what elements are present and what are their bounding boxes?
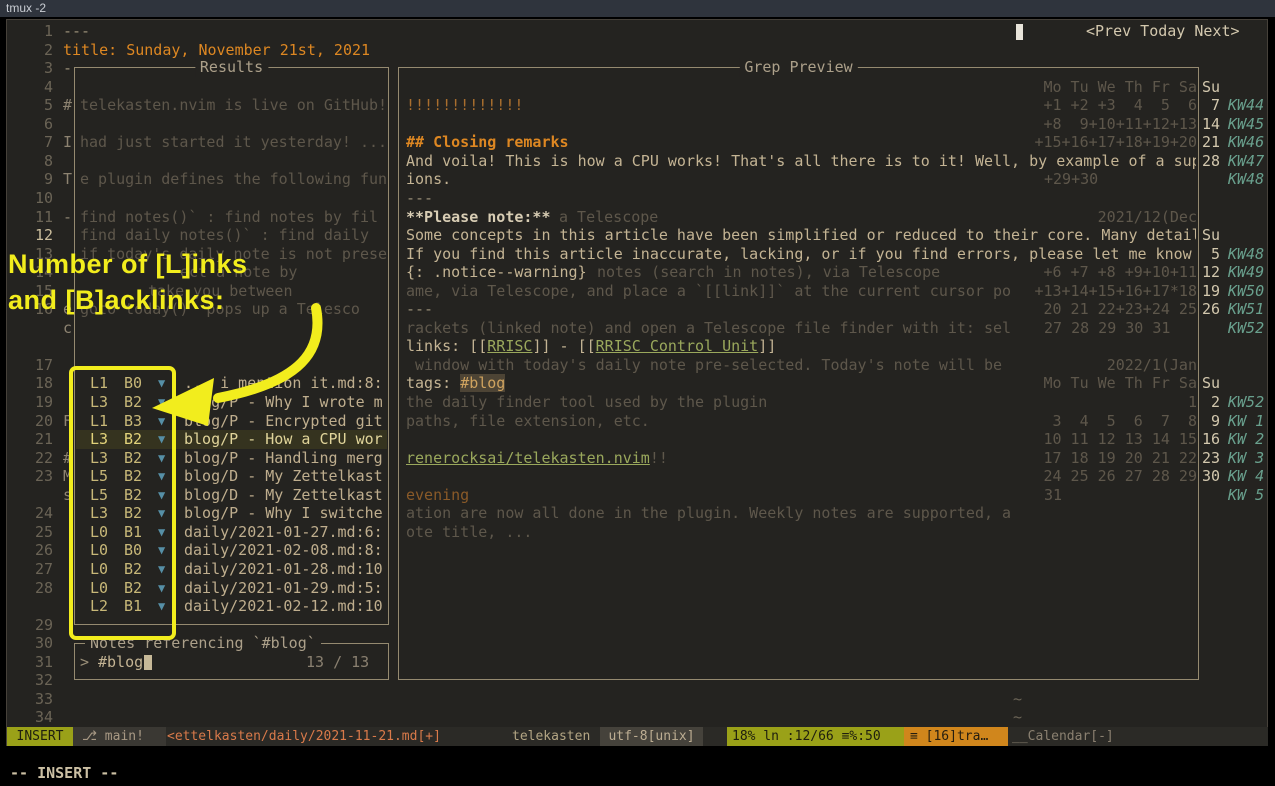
calendar-week-number: KW45 bbox=[1228, 115, 1264, 134]
plugin-name: telekasten bbox=[512, 727, 590, 746]
calendar-week-number: KW44 bbox=[1228, 96, 1264, 115]
calendar-sunday[interactable]: 30 bbox=[1202, 467, 1220, 486]
gutter-line-number: 12 bbox=[22, 226, 53, 245]
gutter-line-number: 20 bbox=[22, 412, 53, 431]
gutter-line-number: 1 bbox=[22, 22, 53, 41]
calendar-week-number: KW48 bbox=[1228, 170, 1264, 189]
tilde: ~ bbox=[995, 690, 1044, 709]
calendar-sunday[interactable]: Su bbox=[1202, 78, 1220, 97]
calendar-week-number: KW48 bbox=[1228, 245, 1264, 264]
gutter-line-number: 21 bbox=[22, 430, 53, 449]
gutter-line-number: 29 bbox=[22, 616, 53, 635]
gutter-line-number: 34 bbox=[22, 708, 53, 727]
buffer-text: title: Sunday, November 21st, 2021 bbox=[63, 41, 370, 60]
buffer-stray-char: I bbox=[63, 133, 72, 152]
calendar-sunday[interactable]: 28 bbox=[1202, 152, 1220, 171]
annotation-text: Number of [L]inks and [B]acklinks: bbox=[8, 246, 248, 318]
gutter-line-number: 6 bbox=[22, 115, 53, 134]
calendar-sunday[interactable]: 16 bbox=[1202, 430, 1220, 449]
calendar-sunday[interactable]: Su bbox=[1202, 226, 1220, 245]
git-branch: ⎇ main! bbox=[73, 727, 166, 746]
calendar-statusline: __Calendar[-] bbox=[1012, 727, 1114, 746]
gutter-line-number: 30 bbox=[22, 634, 53, 653]
calendar-sunday[interactable]: 5 bbox=[1211, 245, 1220, 264]
calendar-sunday[interactable]: 2 bbox=[1211, 393, 1220, 412]
calendar-sunday[interactable]: 7 bbox=[1211, 96, 1220, 115]
annotation-highlight-box bbox=[69, 366, 176, 640]
results-window-title: Results bbox=[195, 58, 268, 77]
buffer-indicator: ≡ [16]tra… bbox=[904, 727, 1008, 746]
gutter-line-number: 2 bbox=[22, 41, 53, 60]
calendar-sunday[interactable]: 19 bbox=[1202, 282, 1220, 301]
gutter-line-number: 18 bbox=[22, 374, 53, 393]
text-cursor bbox=[144, 655, 152, 670]
gutter-line-number: 3 bbox=[22, 59, 53, 78]
grep-preview-title: Grep Preview bbox=[739, 58, 857, 77]
calendar-sunday[interactable]: 14 bbox=[1202, 115, 1220, 134]
gutter-line-number: 27 bbox=[22, 560, 53, 579]
calendar-sunday[interactable]: 12 bbox=[1202, 263, 1220, 282]
calendar-week-number: KW 3 bbox=[1228, 449, 1264, 468]
buffer-stray-char: - bbox=[63, 208, 72, 227]
calendar-week-number: KW46 bbox=[1228, 133, 1264, 152]
tilde: ~ bbox=[995, 708, 1044, 727]
cursor-position: 18% ln :12/66 ≡%:50 bbox=[727, 727, 904, 746]
gutter-line-number: 19 bbox=[22, 393, 53, 412]
gutter-line-number: 5 bbox=[22, 96, 53, 115]
grep-preview-window[interactable]: Grep Preview bbox=[398, 67, 1199, 680]
search-input[interactable]: #blog bbox=[98, 653, 143, 672]
calendar-nav[interactable]: <Prev Today Next> bbox=[1086, 22, 1240, 41]
calendar-sunday[interactable]: 23 bbox=[1202, 449, 1220, 468]
calendar-sunday[interactable]: 26 bbox=[1202, 300, 1220, 319]
gutter-line-number: 28 bbox=[22, 579, 53, 598]
gutter-line-number: 25 bbox=[22, 523, 53, 542]
gutter-line-number: 9 bbox=[22, 170, 53, 189]
calendar-week-number: KW52 bbox=[1228, 319, 1264, 338]
gutter-line-number: 32 bbox=[22, 671, 53, 690]
calendar-week-number: KW 4 bbox=[1228, 467, 1264, 486]
gutter-line-number: 23 bbox=[22, 467, 53, 486]
match-counter: 13 / 13 bbox=[306, 653, 369, 672]
buffer-stray-char: c bbox=[63, 319, 72, 338]
calendar-sunday[interactable]: 21 bbox=[1202, 133, 1220, 152]
calendar-sunday[interactable]: 9 bbox=[1211, 412, 1220, 431]
gutter-line-number: 26 bbox=[22, 541, 53, 560]
gutter-line-number: 7 bbox=[22, 133, 53, 152]
calendar-week-number: KW52 bbox=[1228, 393, 1264, 412]
command-line-mode-text: -- INSERT -- bbox=[10, 764, 118, 783]
annotation-line2: and [B]acklinks: bbox=[8, 282, 248, 318]
gutter-line-number: 11 bbox=[22, 208, 53, 227]
gutter-line-number: 10 bbox=[22, 189, 53, 208]
calendar-sunday[interactable]: Su bbox=[1202, 374, 1220, 393]
annotation-line1: Number of [L]inks bbox=[8, 246, 248, 282]
file-path: <ettelkasten/daily/2021-11-21.md[+] bbox=[167, 727, 441, 746]
calendar-week-number: KW49 bbox=[1228, 263, 1264, 282]
gutter-line-number: 22 bbox=[22, 449, 53, 468]
gutter-line-number: 4 bbox=[22, 78, 53, 97]
file-encoding: utf-8[unix] bbox=[600, 727, 703, 746]
gutter-line-number: 24 bbox=[22, 504, 53, 523]
buffer-text: - bbox=[63, 59, 72, 78]
calendar-week-number: KW 2 bbox=[1228, 430, 1264, 449]
screenshot-root: { "colors": { "background": "#242320", "… bbox=[0, 0, 1275, 786]
buffer-stray-char: # bbox=[63, 96, 72, 115]
gutter-line-number: 17 bbox=[22, 356, 53, 375]
buffer-text: --- bbox=[63, 22, 90, 41]
prompt-sign: > bbox=[80, 653, 89, 672]
gutter-line-number: 8 bbox=[22, 152, 53, 171]
statusline: INSERT ⎇ main! <ettelkasten/daily/2021-1… bbox=[7, 727, 1268, 746]
mode-indicator: INSERT bbox=[7, 727, 73, 746]
calendar-cursor-block bbox=[1016, 24, 1023, 40]
calendar-week-number: KW51 bbox=[1228, 300, 1264, 319]
gutter-line-number: 31 bbox=[22, 653, 53, 672]
buffer-stray-char: T bbox=[63, 170, 72, 189]
calendar-week-number: KW 1 bbox=[1228, 412, 1264, 431]
calendar-week-number: KW50 bbox=[1228, 282, 1264, 301]
calendar-week-number: KW 5 bbox=[1228, 486, 1264, 505]
calendar-week-number: KW47 bbox=[1228, 152, 1264, 171]
gutter-line-number: 33 bbox=[22, 690, 53, 709]
